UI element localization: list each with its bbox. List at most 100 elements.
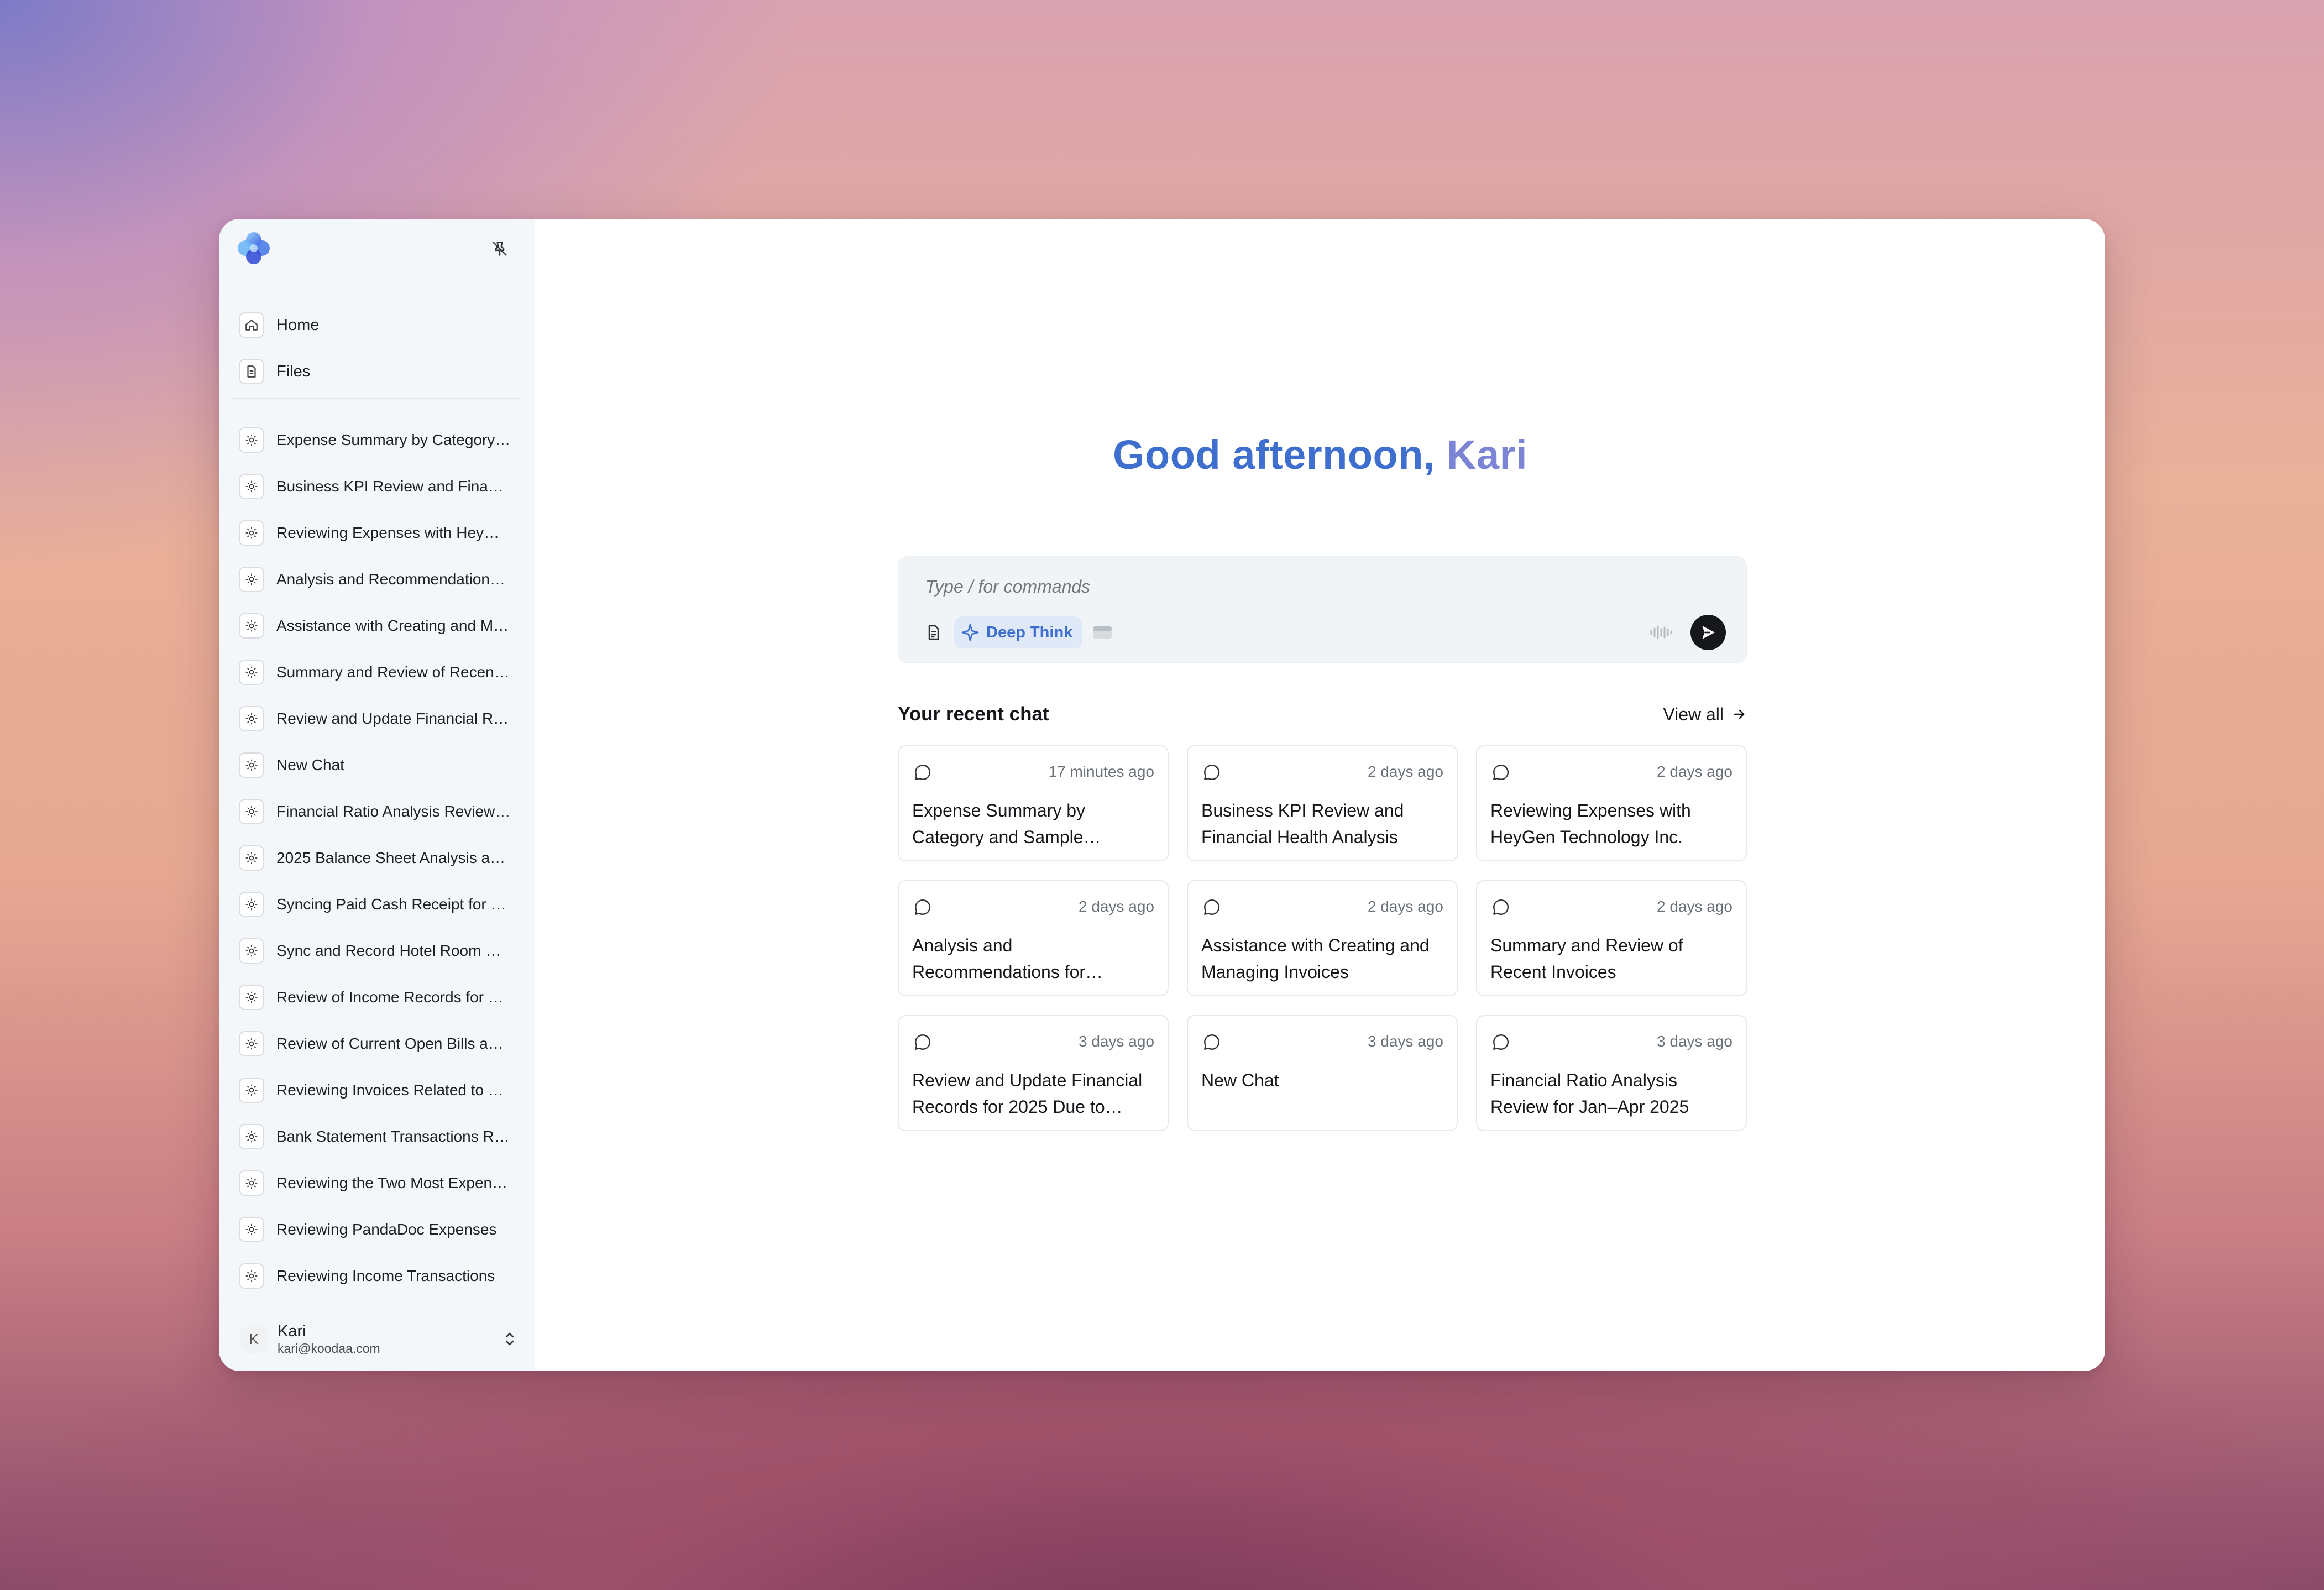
sidebar-chat-item[interactable]: Bank Statement Transactions Review bbox=[239, 1113, 526, 1160]
sidebar-chat-item[interactable]: Expense Summary by Category and Sample T… bbox=[239, 417, 526, 463]
sidebar-item-home[interactable]: Home bbox=[239, 302, 521, 348]
recent-chat-card[interactable]: 2 days ago Summary and Review of Recent I… bbox=[1476, 880, 1747, 996]
card-timestamp: 3 days ago bbox=[1079, 1033, 1154, 1050]
arrow-right-icon bbox=[1734, 709, 1745, 719]
card-tool-button[interactable] bbox=[1090, 620, 1114, 645]
sidebar-item-files[interactable]: Files bbox=[239, 348, 521, 395]
card-title: Reviewing Expenses with HeyGen Technolog… bbox=[1490, 801, 1691, 847]
unpin-sidebar-button[interactable] bbox=[488, 237, 512, 261]
sidebar-chat-item[interactable]: Financial Ratio Analysis Review for Jan–… bbox=[239, 788, 526, 835]
recent-chat-card[interactable]: 2 days ago Assistance with Creating and M… bbox=[1187, 880, 1458, 996]
sidebar-chat-item[interactable]: Reviewing the Two Most Expensive Bills bbox=[239, 1160, 526, 1206]
sidebar-chat-label: Financial Ratio Analysis Review for Jan–… bbox=[276, 803, 511, 820]
chat-agent-icon bbox=[239, 1263, 264, 1289]
sidebar-chat-item[interactable]: Reviewing Expenses with HeyGen Technolog… bbox=[239, 510, 526, 556]
sidebar: Home Files Expense Summary by Category a… bbox=[219, 219, 535, 1371]
card-timestamp: 2 days ago bbox=[1368, 898, 1443, 915]
chat-agent-icon bbox=[239, 799, 264, 824]
chat-input[interactable] bbox=[924, 576, 1700, 598]
sidebar-chat-label: Review and Update Financial Records for … bbox=[276, 710, 511, 727]
user-profile[interactable]: K Kari kari@koodaa.com bbox=[239, 1319, 521, 1359]
view-all-link[interactable]: View all bbox=[1663, 704, 1747, 725]
pin-off-icon bbox=[493, 242, 507, 256]
recent-chat-card[interactable]: 3 days ago New Chat bbox=[1187, 1015, 1458, 1131]
waveform-icon bbox=[1650, 625, 1672, 640]
recent-chat-card[interactable]: 3 days ago Financial Ratio Analysis Revie… bbox=[1476, 1015, 1747, 1131]
recent-chat-title: Your recent chat bbox=[898, 703, 1049, 725]
sidebar-chat-item[interactable]: Review and Update Financial Records for … bbox=[239, 695, 526, 742]
sidebar-item-label: Files bbox=[276, 362, 311, 380]
chat-agent-icon bbox=[239, 613, 264, 639]
sidebar-chat-item[interactable]: Sync and Record Hotel Room Expense bbox=[239, 928, 526, 974]
chat-agent-icon bbox=[239, 752, 264, 778]
sidebar-chat-item[interactable]: New Chat bbox=[239, 742, 526, 788]
sidebar-chat-item[interactable]: Assistance with Creating and Managing In… bbox=[239, 603, 526, 649]
recent-chat-grid: 17 minutes ago Expense Summary by Categor… bbox=[898, 745, 1747, 1131]
card-title: Review and Update Financial Records for … bbox=[912, 1070, 1143, 1117]
sidebar-chat-label: Review of Income Records for 2025 bbox=[276, 988, 511, 1006]
recent-chat-card[interactable]: 2 days ago Analysis and Recommendations f… bbox=[898, 880, 1169, 996]
deep-think-toggle[interactable]: Deep Think bbox=[954, 616, 1083, 648]
sidebar-chat-item[interactable]: Syncing Paid Cash Receipt for Expenses bbox=[239, 881, 526, 928]
user-name: Kari bbox=[278, 1322, 306, 1340]
app-window: Home Files Expense Summary by Category a… bbox=[219, 219, 2105, 1371]
account-switcher-icon[interactable] bbox=[499, 1328, 521, 1350]
greeting-name: Kari bbox=[1447, 432, 1527, 478]
card-timestamp: 2 days ago bbox=[1657, 763, 1732, 780]
chat-agent-icon bbox=[239, 427, 264, 453]
chat-agent-icon bbox=[239, 845, 264, 871]
sidebar-chat-item[interactable]: Reviewing PandaDoc Expenses bbox=[239, 1206, 526, 1253]
chat-agent-icon bbox=[239, 706, 264, 731]
recent-chat-header: Your recent chat View all bbox=[898, 698, 1747, 731]
card-timestamp: 2 days ago bbox=[1657, 898, 1732, 915]
sidebar-chat-label: Reviewing Invoices Related to Clients bbox=[276, 1081, 511, 1099]
chat-bubble-icon bbox=[911, 761, 934, 784]
chat-agent-icon bbox=[239, 892, 264, 917]
sidebar-chat-label: Assistance with Creating and Managing In… bbox=[276, 617, 511, 634]
sidebar-chat-label: Reviewing the Two Most Expensive Bills bbox=[276, 1174, 511, 1191]
chat-agent-icon bbox=[239, 1170, 264, 1196]
composer-toolbar: Deep Think bbox=[921, 615, 1726, 650]
app-logo[interactable] bbox=[235, 230, 272, 266]
greeting-heading: Good afternoon, Kari bbox=[535, 431, 2105, 478]
sidebar-chat-item[interactable]: Review of Income Records for 2025 bbox=[239, 974, 526, 1021]
voice-input-button[interactable] bbox=[1647, 619, 1675, 646]
card-icon bbox=[1093, 626, 1112, 639]
sidebar-chat-item[interactable]: Reviewing Invoices Related to Clients bbox=[239, 1067, 526, 1113]
chat-composer: Deep Think bbox=[898, 556, 1747, 663]
sidebar-chat-list: Expense Summary by Category and Sample T… bbox=[239, 417, 526, 1299]
send-button[interactable] bbox=[1690, 615, 1726, 650]
chat-agent-icon bbox=[239, 660, 264, 685]
sidebar-chat-label: Review of Current Open Bills and Payment… bbox=[276, 1035, 511, 1052]
sidebar-chat-label: Bank Statement Transactions Review bbox=[276, 1128, 511, 1145]
sidebar-chat-label: Syncing Paid Cash Receipt for Expenses bbox=[276, 896, 511, 913]
sidebar-chat-label: Reviewing Expenses with HeyGen Technolog… bbox=[276, 524, 511, 541]
sidebar-chat-item[interactable]: Analysis and Recommendations for... bbox=[239, 556, 526, 603]
sidebar-chat-item[interactable]: Review of Current Open Bills and Payment… bbox=[239, 1021, 526, 1067]
view-all-label: View all bbox=[1663, 704, 1724, 724]
sidebar-chat-label: New Chat bbox=[276, 756, 344, 773]
document-icon bbox=[928, 625, 939, 640]
recent-chat-card[interactable]: 3 days ago Review and Update Financial Re… bbox=[898, 1015, 1169, 1131]
card-timestamp: 2 days ago bbox=[1079, 898, 1154, 915]
card-title: Expense Summary by Category and Sample T… bbox=[912, 801, 1086, 847]
greeting-prefix: Good afternoon, bbox=[1113, 432, 1447, 478]
sidebar-chat-item[interactable]: 2025 Balance Sheet Analysis and Review bbox=[239, 835, 526, 881]
sidebar-chat-label: Reviewing Income Transactions bbox=[276, 1267, 495, 1284]
home-icon bbox=[239, 312, 264, 338]
sidebar-chat-label: Sync and Record Hotel Room Expense bbox=[276, 942, 511, 959]
card-timestamp: 2 days ago bbox=[1368, 763, 1443, 780]
attach-file-button[interactable] bbox=[921, 620, 946, 645]
card-timestamp: 3 days ago bbox=[1657, 1033, 1732, 1050]
sidebar-chat-item[interactable]: Reviewing Income Transactions bbox=[239, 1253, 526, 1299]
sparkle-icon bbox=[961, 624, 979, 641]
sidebar-chat-item[interactable]: Summary and Review of Recent Invoices bbox=[239, 649, 526, 695]
chat-agent-icon bbox=[239, 1217, 264, 1242]
sidebar-chat-item[interactable]: Business KPI Review and Financial Health… bbox=[239, 463, 526, 510]
recent-chat-card[interactable]: 17 minutes ago Expense Summary by Categor… bbox=[898, 745, 1169, 861]
recent-chat-card[interactable]: 2 days ago Reviewing Expenses with HeyGen… bbox=[1476, 745, 1747, 861]
card-title: New Chat bbox=[1201, 1070, 1279, 1090]
chat-bubble-icon bbox=[1200, 896, 1223, 919]
chat-bubble-icon bbox=[1200, 761, 1223, 784]
recent-chat-card[interactable]: 2 days ago Business KPI Review and Financ… bbox=[1187, 745, 1458, 861]
